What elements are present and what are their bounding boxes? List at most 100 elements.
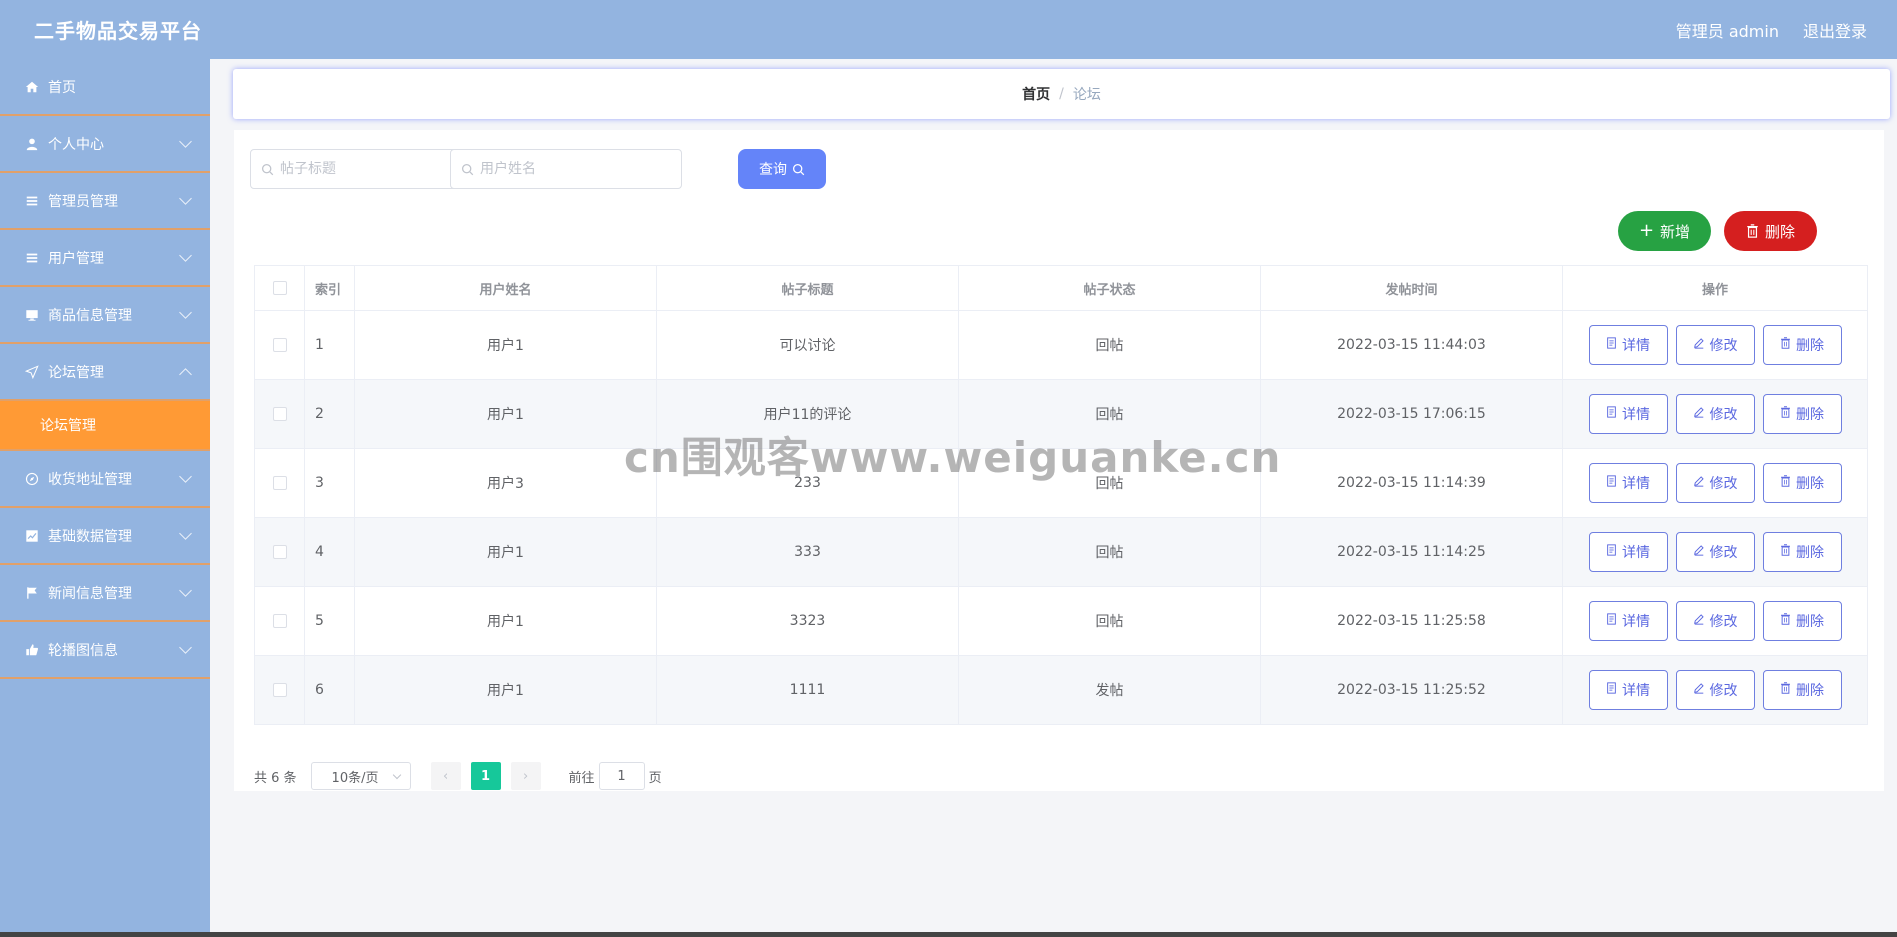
trash-icon	[1780, 406, 1791, 422]
cell-index: 1	[304, 310, 355, 380]
cell-time: 2022-03-15 11:44:03	[1260, 310, 1563, 380]
top-header: 二手物品交易平台 管理员 admin 退出登录	[0, 0, 1897, 59]
goto-page-input[interactable]	[598, 762, 645, 790]
sidebar-item-4[interactable]: 商品信息管理	[0, 287, 210, 344]
row-select-cell[interactable]	[254, 448, 305, 518]
sidebar-item-3[interactable]: 用户管理	[0, 230, 210, 287]
detail-label: 详情	[1622, 683, 1650, 699]
query-button[interactable]: 查询	[738, 149, 826, 189]
goto-page: 前往 页	[569, 762, 662, 790]
row-select-cell[interactable]	[254, 655, 305, 725]
page-size-select[interactable]: 10条/页	[310, 762, 411, 790]
breadcrumb-home[interactable]: 首页	[1022, 84, 1050, 104]
row-delete-button[interactable]: 删除	[1762, 532, 1842, 572]
chevron-left-icon: ‹	[442, 768, 449, 784]
cell-actions: 详情 修改 删除	[1562, 586, 1868, 656]
document-icon	[1606, 613, 1617, 629]
cell-user: 用户1	[354, 517, 657, 587]
current-user-label[interactable]: 管理员 admin	[1676, 18, 1779, 42]
row-select-cell[interactable]	[254, 586, 305, 656]
detail-label: 详情	[1622, 338, 1650, 354]
edit-button[interactable]: 修改	[1675, 463, 1755, 503]
trash-icon	[1780, 337, 1791, 353]
search-icon	[461, 163, 474, 175]
detail-button[interactable]: 详情	[1588, 532, 1668, 572]
logout-link[interactable]: 退出登录	[1803, 18, 1867, 42]
sidebar-item-label: 基础数据管理	[48, 528, 132, 545]
sidebar-item-2[interactable]: 管理员管理	[0, 173, 210, 230]
edit-button[interactable]: 修改	[1675, 601, 1755, 641]
user-search-input[interactable]	[480, 161, 670, 177]
delete-label: 删除	[1796, 545, 1824, 561]
sidebar-item-label: 商品信息管理	[48, 307, 132, 324]
breadcrumb-current: 论坛	[1072, 87, 1101, 103]
delete-label: 删除	[1796, 476, 1824, 492]
sidebar-item-0[interactable]: 首页	[0, 59, 210, 116]
row-delete-button[interactable]: 删除	[1762, 394, 1842, 434]
row-checkbox[interactable]	[272, 614, 287, 628]
chevron-up-icon	[179, 367, 192, 381]
detail-label: 详情	[1622, 545, 1650, 561]
chevron-right-icon: ›	[522, 768, 529, 784]
sidebar-item-6[interactable]: 收货地址管理	[0, 451, 210, 508]
detail-button[interactable]: 详情	[1588, 463, 1668, 503]
table-row: 4 用户1 333 回帖 2022-03-15 11:14:25 详情 修改 删除	[254, 517, 1868, 587]
row-select-cell[interactable]	[254, 310, 305, 380]
edit-button[interactable]: 修改	[1675, 325, 1755, 365]
delete-label: 删除	[1796, 338, 1824, 354]
document-icon	[1606, 544, 1617, 560]
document-icon	[1606, 337, 1617, 353]
row-delete-button[interactable]: 删除	[1762, 463, 1842, 503]
sidebar-item-5[interactable]: 论坛管理	[0, 344, 210, 401]
sidebar-item-1[interactable]: 个人中心	[0, 116, 210, 173]
add-button[interactable]: + 新增	[1618, 211, 1711, 251]
detail-button[interactable]: 详情	[1588, 670, 1668, 710]
select-all-checkbox[interactable]	[272, 281, 287, 295]
row-checkbox[interactable]	[272, 407, 287, 421]
user-icon	[24, 136, 40, 152]
page-number-active[interactable]: 1	[470, 762, 501, 790]
edit-button[interactable]: 修改	[1675, 394, 1755, 434]
edit-button[interactable]: 修改	[1675, 532, 1755, 572]
detail-button[interactable]: 详情	[1588, 394, 1668, 434]
prev-page-button[interactable]: ‹	[430, 762, 461, 790]
edit-icon	[1693, 406, 1705, 422]
sidebar-item-8[interactable]: 新闻信息管理	[0, 565, 210, 622]
chevron-down-icon	[179, 583, 192, 597]
row-select-cell[interactable]	[254, 379, 305, 449]
row-checkbox[interactable]	[272, 545, 287, 559]
next-page-button[interactable]: ›	[510, 762, 541, 790]
title-search-field[interactable]	[250, 149, 482, 189]
row-checkbox[interactable]	[272, 338, 287, 352]
select-all-cell[interactable]	[254, 265, 305, 311]
submenu-item-forum-management[interactable]: 论坛管理	[0, 401, 210, 451]
edit-label: 修改	[1709, 338, 1738, 354]
cell-title: 233	[656, 448, 959, 518]
trash-icon	[1780, 544, 1791, 560]
row-delete-button[interactable]: 删除	[1762, 601, 1842, 641]
detail-button[interactable]: 详情	[1588, 325, 1668, 365]
detail-button[interactable]: 详情	[1588, 601, 1668, 641]
cell-index: 5	[304, 586, 355, 656]
table-row: 1 用户1 可以讨论 回帖 2022-03-15 11:44:03 详情 修改 删除	[254, 310, 1868, 380]
row-checkbox[interactable]	[272, 683, 287, 697]
title-search-input[interactable]	[280, 161, 470, 177]
row-checkbox[interactable]	[272, 476, 287, 490]
sidebar-item-7[interactable]: 基础数据管理	[0, 508, 210, 565]
edit-label: 修改	[1709, 407, 1738, 423]
edit-button[interactable]: 修改	[1675, 670, 1755, 710]
cell-actions: 详情 修改 删除	[1562, 517, 1868, 587]
cell-status: 回帖	[958, 586, 1261, 656]
chevron-down-icon	[179, 191, 192, 205]
cell-title: 3323	[656, 586, 959, 656]
row-delete-button[interactable]: 删除	[1762, 325, 1842, 365]
batch-delete-button[interactable]: 删除	[1724, 211, 1817, 251]
row-select-cell[interactable]	[254, 517, 305, 587]
goto-prefix: 前往	[568, 770, 595, 786]
row-delete-button[interactable]: 删除	[1762, 670, 1842, 710]
user-search-field[interactable]	[450, 149, 682, 189]
cell-user: 用户1	[354, 586, 657, 656]
table-row: 2 用户1 用户11的评论 回帖 2022-03-15 17:06:15 详情 修改 删除	[254, 379, 1868, 449]
cell-title: 333	[656, 517, 959, 587]
sidebar-item-9[interactable]: 轮播图信息	[0, 622, 210, 679]
